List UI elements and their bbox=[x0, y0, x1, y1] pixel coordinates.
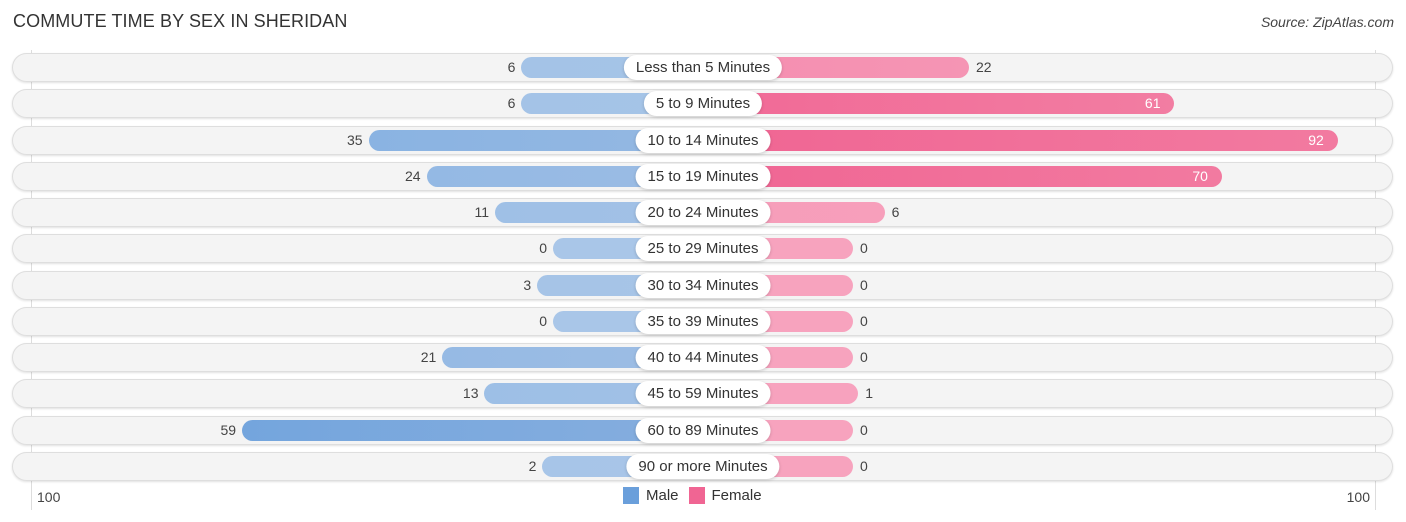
axis-label-right: 100 bbox=[1346, 489, 1370, 505]
bar-female[interactable] bbox=[703, 129, 1338, 151]
bar-female[interactable] bbox=[703, 93, 1175, 115]
category-label: 10 to 14 Minutes bbox=[635, 127, 771, 153]
chart-area: 6 22 Less than 5 Minutes 6 61 5 to 9 Minutes 3… bbox=[0, 0, 1406, 522]
value-label-female: 0 bbox=[860, 276, 868, 293]
value-label-female: 0 bbox=[860, 240, 868, 257]
value-label-female: 22 bbox=[975, 59, 992, 75]
category-label: 40 to 44 Minutes bbox=[635, 345, 771, 370]
category-label: 20 to 24 Minutes bbox=[635, 200, 771, 225]
legend-swatch-female bbox=[688, 487, 705, 504]
legend-item-male[interactable]: Male bbox=[623, 487, 679, 504]
value-label-male: 0 bbox=[539, 240, 547, 257]
value-label-female: 61 bbox=[1144, 95, 1161, 112]
legend-label-female: Female bbox=[711, 487, 762, 504]
legend-swatch-male bbox=[623, 487, 639, 504]
category-label: 60 to 89 Minutes bbox=[635, 417, 771, 443]
value-label-female: 1 bbox=[865, 385, 874, 402]
legend: Male Female bbox=[623, 487, 772, 504]
value-label-female: 92 bbox=[1308, 131, 1324, 148]
axis-label-left: 100 bbox=[37, 489, 61, 505]
value-label-male: 3 bbox=[523, 276, 532, 293]
category-label: 45 to 59 Minutes bbox=[635, 381, 771, 407]
value-label-male: 24 bbox=[404, 167, 421, 184]
value-label-female: 70 bbox=[1192, 167, 1208, 184]
bar-female[interactable] bbox=[703, 165, 1222, 187]
value-label-female: 0 bbox=[860, 349, 868, 365]
value-label-female: 0 bbox=[860, 421, 868, 438]
value-label-male: 35 bbox=[346, 131, 363, 148]
legend-item-female[interactable]: Female bbox=[688, 487, 762, 504]
value-label-male: 11 bbox=[474, 204, 490, 220]
category-label: Less than 5 Minutes bbox=[623, 55, 783, 80]
value-label-male: 13 bbox=[462, 385, 479, 402]
value-label-female: 0 bbox=[860, 312, 868, 329]
value-label-male: 2 bbox=[528, 457, 537, 474]
value-label-male: 6 bbox=[507, 59, 516, 75]
category-label: 90 or more Minutes bbox=[626, 453, 780, 479]
value-label-male: 6 bbox=[507, 95, 516, 112]
bar-male[interactable] bbox=[242, 419, 703, 441]
category-label: 35 to 39 Minutes bbox=[635, 308, 771, 334]
legend-label-male: Male bbox=[646, 487, 679, 504]
category-label: 30 to 34 Minutes bbox=[635, 272, 771, 298]
value-label-male: 59 bbox=[220, 421, 237, 438]
value-label-male: 21 bbox=[420, 349, 437, 365]
value-label-male: 0 bbox=[539, 312, 547, 329]
value-label-female: 6 bbox=[891, 204, 900, 220]
category-label: 5 to 9 Minutes bbox=[643, 91, 763, 117]
category-label: 15 to 19 Minutes bbox=[635, 163, 771, 189]
value-label-female: 0 bbox=[860, 457, 868, 474]
category-label: 25 to 29 Minutes bbox=[635, 236, 771, 262]
